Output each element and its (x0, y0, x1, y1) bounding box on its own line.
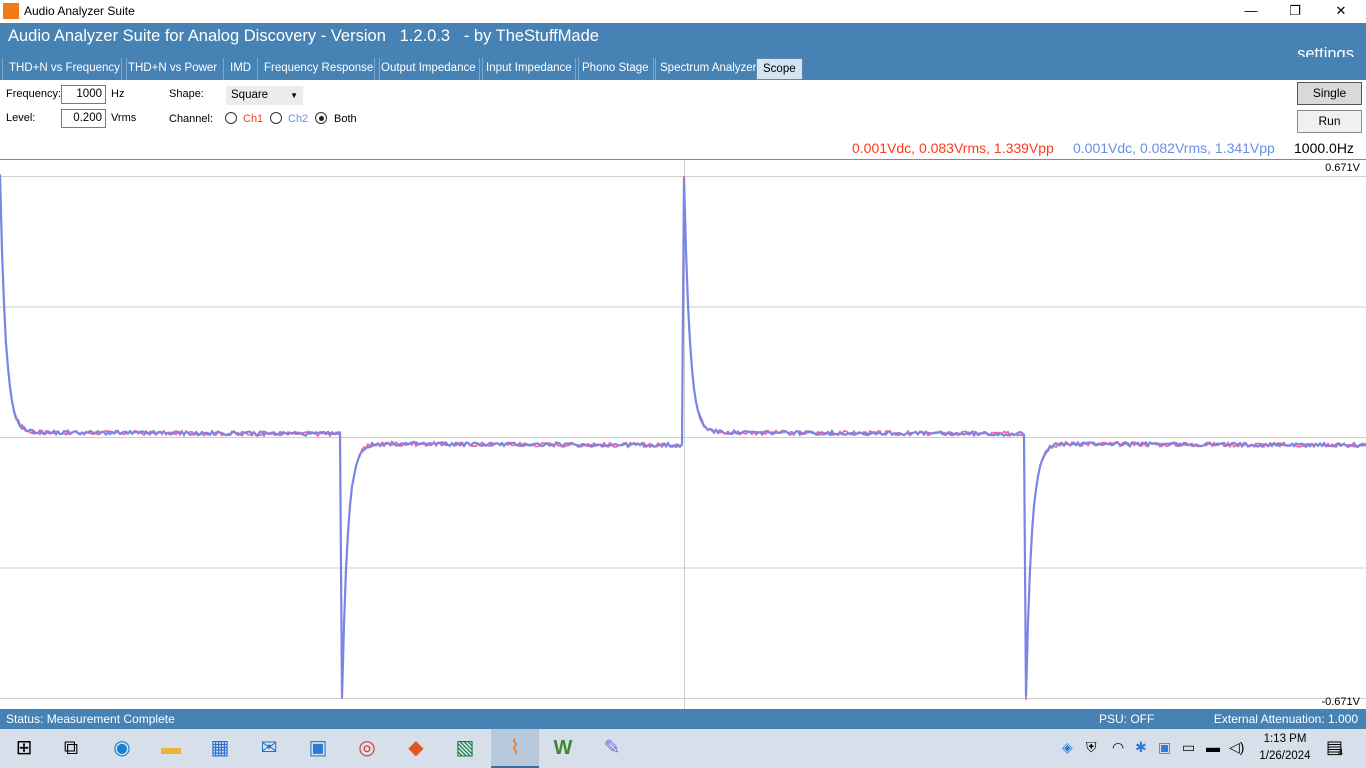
app-icon (3, 3, 19, 19)
tab-frequency-response[interactable]: Frequency Response (257, 58, 381, 80)
ch1-readout: 0.001Vdc, 0.083Vrms, 1.339Vpp (852, 140, 1054, 156)
title-bar: Audio Analyzer Suite — ❐ ✕ (0, 0, 1366, 23)
chrome-icon[interactable]: ◎ (354, 735, 380, 761)
shape-select[interactable]: Square ▼ (226, 86, 303, 105)
y-bottom-label: -0.671V (1321, 696, 1360, 708)
audio-analyzer-icon[interactable]: ⌇ (502, 735, 528, 761)
shape-label: Shape: (169, 88, 204, 100)
scope-controls: Frequency: 1000 Hz Level: 0.200 Vrms Sha… (0, 80, 1366, 160)
notification-count: 4 (1338, 747, 1344, 757)
tray-security-icon[interactable]: ⛨ (1086, 739, 1097, 756)
ch2-radio-label[interactable]: Ch2 (288, 113, 308, 125)
tab-bar: THD+N vs Frequency THD+N vs Power IMD Fr… (0, 57, 1366, 80)
app-header: Audio Analyzer Suite for Analog Discover… (0, 23, 1366, 139)
ch2-trace (0, 174, 1366, 699)
excel-icon[interactable]: ▧ (452, 735, 478, 761)
app-icon-blue[interactable]: ▣ (305, 735, 331, 761)
tab-imd[interactable]: IMD (223, 58, 259, 80)
both-radio[interactable] (315, 112, 327, 124)
wifi-icon[interactable]: ◠ (1112, 739, 1124, 756)
mail-icon[interactable]: ✉ (256, 735, 282, 761)
bluetooth-icon[interactable]: ✱ (1135, 739, 1147, 756)
task-view-icon[interactable]: ⧉ (58, 735, 84, 761)
clock-date: 1/26/2024 (1259, 750, 1311, 762)
channel-label: Channel: (169, 113, 214, 125)
app-heading: Audio Analyzer Suite for Analog Discover… (8, 27, 599, 45)
tab-output-impedance[interactable]: Output Impedance (374, 58, 483, 80)
y-top-label: 0.671V (1325, 162, 1360, 174)
ch1-radio[interactable] (225, 112, 237, 124)
file-explorer-icon[interactable]: ▬ (158, 735, 184, 761)
window-title: Audio Analyzer Suite (24, 4, 135, 18)
tab-spectrum-analyzer[interactable]: Spectrum Analyzer (653, 58, 764, 80)
paint-icon[interactable]: ✎ (599, 735, 625, 761)
both-radio-label[interactable]: Both (334, 113, 357, 125)
single-button[interactable]: Single (1297, 82, 1362, 105)
tab-scope[interactable]: Scope (756, 58, 803, 80)
edge-icon[interactable]: ◉ (109, 735, 135, 761)
battery-icon[interactable]: ▬ (1206, 739, 1220, 755)
tray-display-icon[interactable]: ▭ (1182, 739, 1195, 756)
store-icon[interactable]: ▦ (207, 735, 233, 761)
frequency-input[interactable]: 1000 (61, 85, 106, 104)
maximize-button[interactable]: ❐ (1272, 0, 1318, 23)
frequency-label: Frequency: (6, 88, 62, 100)
ch2-radio[interactable] (270, 112, 282, 124)
tab-phono-stage[interactable]: Phono Stage (575, 58, 656, 80)
taskbar-clock[interactable]: 1:13 PM 1/26/2024 (1250, 731, 1320, 765)
minimize-button[interactable]: — (1228, 0, 1274, 23)
level-label: Level: (6, 112, 36, 124)
tray-app-icon[interactable]: ◈ (1062, 739, 1073, 756)
level-input[interactable]: 0.200 (61, 109, 106, 128)
status-bar: Status: Measurement Complete PSU: OFF Ex… (0, 709, 1366, 729)
psu-status: PSU: OFF (1099, 712, 1155, 726)
frequency-unit: Hz (111, 88, 125, 100)
ch1-radio-label[interactable]: Ch1 (243, 113, 263, 125)
windows-start-icon[interactable]: ⊞ (11, 735, 37, 761)
taskbar: ⊞ ⧉ ◉ ▬ ▦ ✉ ▣ ◎ ◆ ▧ ⌇ W ✎ ◈ ⛨ ◠ ✱ ▣ ▭ ▬ … (0, 729, 1366, 768)
close-button[interactable]: ✕ (1318, 0, 1364, 23)
brave-icon[interactable]: ◆ (403, 735, 429, 761)
status-text: Status: Measurement Complete (6, 712, 175, 726)
shape-value: Square (231, 89, 269, 101)
run-button[interactable]: Run (1297, 110, 1362, 133)
tab-thdn-vs-power[interactable]: THD+N vs Power (121, 58, 225, 80)
volume-icon[interactable]: ◁) (1229, 739, 1244, 756)
w-app-icon[interactable]: W (550, 735, 576, 761)
tab-thdn-vs-frequency[interactable]: THD+N vs Frequency (2, 58, 127, 80)
chevron-down-icon: ▼ (290, 91, 298, 100)
level-unit: Vrms (111, 112, 137, 124)
scope-plot: 0.671V -0.671V (0, 159, 1366, 710)
tray-network-icon[interactable]: ▣ (1158, 739, 1171, 756)
external-attenuation: External Attenuation: 1.000 (1213, 712, 1358, 726)
ch2-readout: 0.001Vdc, 0.082Vrms, 1.341Vpp (1073, 140, 1275, 156)
clock-time: 1:13 PM (1263, 733, 1307, 745)
tab-input-impedance[interactable]: Input Impedance (479, 58, 579, 80)
scope-chart (0, 160, 1366, 710)
frequency-readout: 1000.0Hz (1294, 140, 1354, 156)
